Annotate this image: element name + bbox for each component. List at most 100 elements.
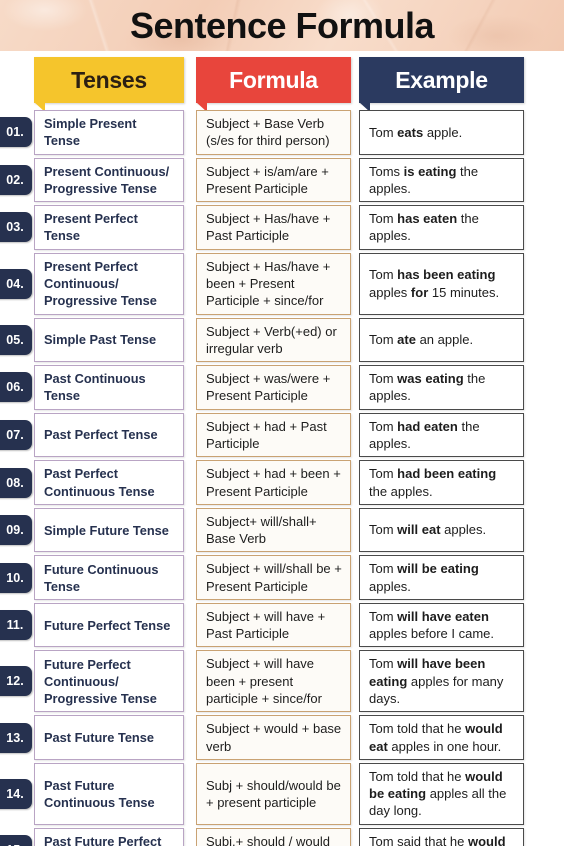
column-gap [351,763,359,825]
formula-label: Subject + would + base verb [206,721,342,754]
sentence-formula-infographic: Sentence Formula Tenses Formula Example … [0,0,564,846]
tense-name-cell: Future Perfect Continuous/ Progressive T… [34,650,184,713]
formula-cell: Subject + will have been + present parti… [196,650,351,713]
formula-label: Subject + will have been + present parti… [206,656,322,707]
formula-label: Subj + should/would be + present partici… [206,777,341,810]
tense-name-label: Past Perfect Tense [44,427,158,443]
formula-label: Subject + Has/have + been + Present Part… [206,258,331,309]
tense-name-cell: Present Perfect Continuous/ Progressive … [34,252,184,315]
column-gap [184,365,196,410]
example-text: Tom [369,124,398,140]
column-gap [184,253,196,315]
tense-name-label: Present Perfect Tense [44,211,138,244]
column-gap [184,828,196,846]
table-row: 05. Simple Past Tense Subject + Verb(+ed) … [0,317,564,363]
example-text: apples before I came. [369,626,495,642]
column-gap [184,158,196,203]
row-number-cell: 08. [0,460,34,505]
example-text: apple. [423,124,463,140]
tense-name-label: Future Perfect Tense [44,617,171,633]
example-cell: Tom will have eaten apples before I came… [359,602,524,648]
table-row: 15. Past Future Perfect Tense Subj.+ shoul… [0,827,564,846]
tense-name-cell: Past Future Tense [34,715,184,760]
example-text: 15 minutes. [428,284,500,300]
column-header-example-label: Example [395,66,488,93]
column-gap [351,413,359,458]
example-cell: Tom told that he would eat apples in one… [359,715,524,760]
example-highlight: will eat [397,522,441,538]
example-sentence: Toms is eating the apples. [369,163,516,198]
row-number-cell: 07. [0,413,34,458]
example-cell: Toms is eating the apples. [359,157,524,203]
tense-name-cell: Simple Present Tense [34,110,184,155]
row-number-badge: 14. [0,778,32,809]
formula-cell: Subject+ will/shall+ Base Verb [196,507,351,553]
table-row: 14. Past Future Continuous Tense Subj + sh… [0,762,564,825]
formula-label: Subject + had + Past Participle [206,418,327,451]
formula-cell: Subject + Has/have + been + Present Part… [196,252,351,315]
table-row: 08. Past Perfect Continuous Tense Subject … [0,460,564,505]
row-number-cell: 15. [0,828,34,846]
row-number-cell: 06. [0,365,34,410]
row-number-cell: 02. [0,158,34,203]
column-gap [184,318,196,363]
example-highlight: is eating [403,163,457,179]
tenses-table: 01. Simple Present Tense Subject + Base Ve… [0,110,564,846]
table-row: 13. Past Future Tense Subject + would + ba… [0,715,564,760]
formula-label: Subject + is/am/are + Present Participle [206,163,329,196]
example-text: apples [369,284,411,300]
table-row: 10. Future Continuous Tense Subject + will… [0,555,564,600]
row-number-cell: 13. [0,715,34,760]
column-gap [351,110,359,155]
row-number-cell: 12. [0,650,34,712]
example-highlight: will have eaten [397,608,489,624]
row-number-cell: 14. [0,763,34,825]
example-highlight: had been eating [397,466,497,482]
row-number-cell: 11. [0,603,34,648]
row-number-badge: 06. [0,372,32,403]
column-gap [184,763,196,825]
example-text: Tom told that he [369,721,466,737]
formula-cell: Subject + will have + Past Participle [196,602,351,648]
formula-label: Subject + Verb(+ed) or irregular verb [206,323,337,356]
example-cell: Tom had eaten the apples. [359,412,524,458]
tense-name-cell: Simple Past Tense [34,317,184,363]
example-text: Tom said that he [369,833,468,846]
column-gap [351,508,359,553]
example-cell: Tom had been eating the apples. [359,460,524,505]
tense-name-cell: Past Future Continuous Tense [34,762,184,825]
column-gap [351,365,359,410]
tense-name-cell: Past Perfect Continuous Tense [34,460,184,505]
row-number-badge: 04. [0,268,32,299]
column-header-formula: Formula [196,57,351,112]
example-text: apples. [440,522,487,538]
column-header-tenses: Tenses [34,57,184,112]
formula-cell: Subject + Verb(+ed) or irregular verb [196,317,351,363]
column-header-formula-label: Formula [229,66,318,93]
example-sentence: Tom had eaten the apples. [369,418,516,453]
tense-name-cell: Future Perfect Tense [34,602,184,648]
formula-cell: Subj + should/would be + present partici… [196,762,351,825]
table-row: 03. Present Perfect Tense Subject + Has/ha… [0,205,564,250]
column-gap [184,460,196,505]
table-row: 12. Future Perfect Continuous/ Progressiv… [0,650,564,713]
formula-label: Subject+ will/shall+ Base Verb [206,513,317,547]
row-number-badge: 02. [0,164,32,195]
example-text: Tom [369,522,398,538]
example-sentence: Tom had been eating the apples. [369,465,516,500]
example-cell: Tom told that he would be eating apples … [359,762,524,825]
example-text: Tom [369,656,398,672]
table-row: 04. Present Perfect Continuous/ Progressi… [0,252,564,315]
example-sentence: Tom will have been eating apples for man… [369,655,516,707]
formula-label: Subject + will/shall be + Present Partic… [206,561,342,594]
table-row: 11. Future Perfect Tense Subject + will ha… [0,602,564,648]
example-sentence: Tom will be eating apples. [369,560,516,595]
tense-name-label: Simple Future Tense [44,522,169,538]
table-row: 07. Past Perfect Tense Subject + had + Pas… [0,412,564,458]
example-text: the apples. [369,483,433,499]
example-sentence: Tom will have eaten apples before I came… [369,608,516,643]
formula-cell: Subject + will/shall be + Present Partic… [196,555,351,600]
column-gap [351,158,359,203]
example-text: Tom [369,332,398,348]
tense-name-label: Past Continuous Tense [44,371,146,404]
